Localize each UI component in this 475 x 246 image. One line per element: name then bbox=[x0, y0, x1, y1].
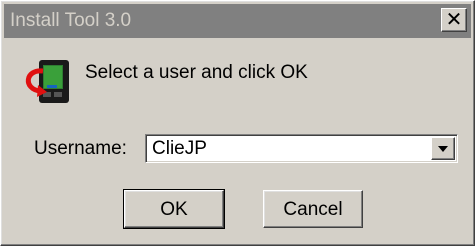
ok-button[interactable]: OK bbox=[123, 189, 225, 229]
title-bar[interactable]: Install Tool 3.0 ✕ bbox=[4, 4, 471, 38]
dropdown-button[interactable] bbox=[431, 137, 455, 160]
close-icon: ✕ bbox=[445, 7, 463, 31]
palm-device-sync-icon bbox=[25, 60, 69, 103]
instruction-text: Select a user and click OK bbox=[85, 62, 308, 83]
window-title: Install Tool 3.0 bbox=[10, 10, 132, 31]
username-value: ClieJP bbox=[152, 138, 207, 159]
close-button[interactable]: ✕ bbox=[441, 8, 467, 32]
username-label: Username: bbox=[34, 138, 127, 159]
install-tool-dialog: Install Tool 3.0 ✕ Select a user and cli… bbox=[0, 0, 475, 246]
username-select[interactable]: ClieJP bbox=[145, 134, 458, 163]
cancel-button[interactable]: Cancel bbox=[263, 190, 363, 228]
